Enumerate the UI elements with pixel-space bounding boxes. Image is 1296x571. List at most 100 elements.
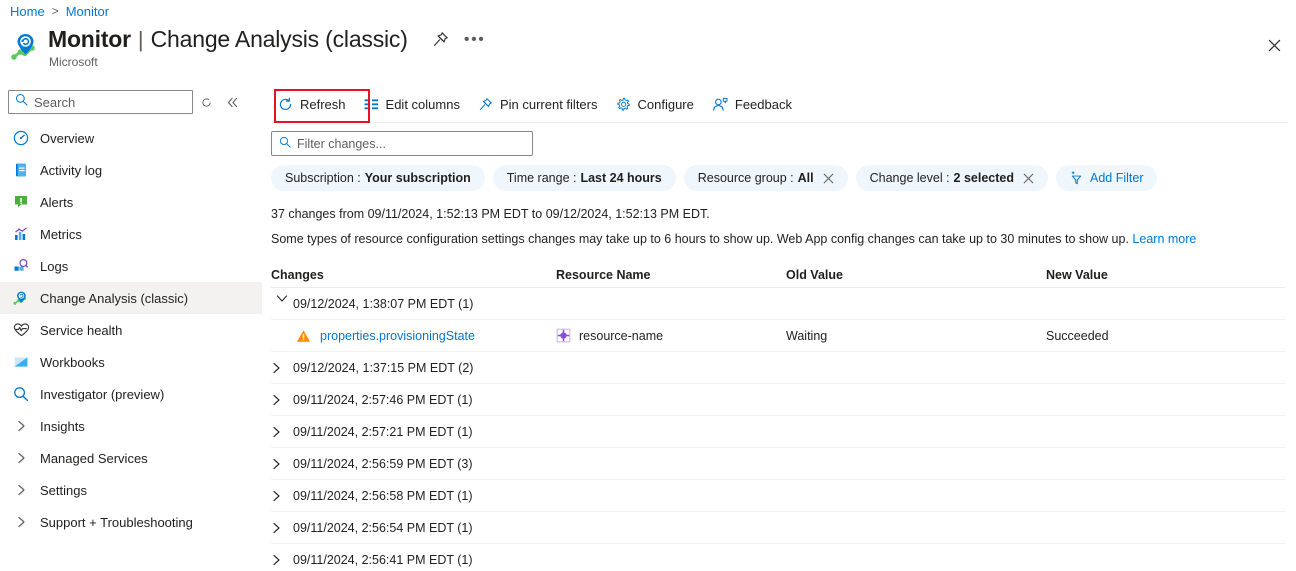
sidebar-item-label: Alerts [40, 194, 74, 210]
chevron-right-icon[interactable] [271, 362, 293, 374]
filter-pill-label: Resource group : [697, 171, 794, 185]
breadcrumb-separator: > [51, 4, 59, 18]
table-group-timestamp: 09/11/2024, 2:56:54 PM EDT (1) [293, 520, 473, 535]
chevron-right-icon [12, 420, 30, 432]
refresh-highlight-wrapper: Refresh [269, 89, 370, 123]
chevron-right-icon[interactable] [271, 490, 293, 502]
column-header-old-value[interactable]: Old Value [786, 268, 1046, 282]
table-cell-resource-name: resource-name [556, 328, 786, 343]
table-group-row[interactable]: 09/11/2024, 2:56:59 PM EDT (3) [271, 448, 1285, 480]
sidebar-item-insights[interactable]: Insights [0, 410, 262, 442]
chevron-right-icon[interactable] [271, 394, 293, 406]
table-row[interactable]: properties.provisioningState resource-na… [271, 320, 1285, 352]
column-header-resource-name[interactable]: Resource Name [556, 268, 786, 282]
close-icon[interactable] [823, 173, 834, 184]
refresh-label: Refresh [300, 96, 346, 112]
table-group-row[interactable]: 09/11/2024, 2:57:46 PM EDT (1) [271, 384, 1285, 416]
sidebar-item-workbooks[interactable]: Workbooks [0, 346, 262, 378]
close-icon[interactable] [1260, 31, 1288, 59]
sidebar-item-managed-services[interactable]: Managed Services [0, 442, 262, 474]
column-header-new-value[interactable]: New Value [1046, 268, 1285, 282]
filter-pill-time-range[interactable]: Time range : Last 24 hours [492, 165, 676, 191]
sidebar-item-overview[interactable]: Overview [0, 122, 262, 154]
filter-field-wrapper: Filter changes... [262, 123, 1296, 156]
edit-columns-button[interactable]: Edit columns [355, 90, 469, 118]
table-cell-new-value: Succeeded [1046, 328, 1109, 343]
feedback-label: Feedback [734, 96, 792, 112]
table-header-row: Changes Resource Name Old Value New Valu… [271, 262, 1285, 288]
sidebar-item-label: Support + Troubleshooting [40, 514, 193, 530]
refresh-button[interactable]: Refresh [269, 90, 355, 118]
info-block: 37 changes from 09/11/2024, 1:52:13 PM E… [262, 191, 1296, 249]
learn-more-link[interactable]: Learn more [1132, 232, 1196, 246]
chevron-down-icon[interactable] [276, 293, 288, 315]
page-title-row: Monitor | Change Analysis (classic) ••• … [10, 26, 486, 69]
sidebar-item-label: Insights [40, 418, 85, 434]
page-title-separator: | [137, 26, 144, 52]
breadcrumb-monitor[interactable]: Monitor [66, 4, 109, 19]
sidebar-item-label: Activity log [40, 162, 103, 178]
chevron-right-icon[interactable] [271, 522, 293, 534]
close-icon[interactable] [1023, 173, 1034, 184]
filter-changes-input[interactable]: Filter changes... [271, 131, 533, 156]
breadcrumb: Home > Monitor [10, 0, 109, 22]
change-property-link[interactable]: properties.provisioningState [320, 329, 475, 343]
filter-pill-subscription[interactable]: Subscription : Your subscription [271, 165, 485, 191]
sidebar-item-label: Metrics [40, 226, 82, 242]
sidebar-item-investigator[interactable]: Investigator (preview) [0, 378, 262, 410]
sidebar-item-label: Investigator (preview) [40, 386, 165, 402]
sidebar-item-change-analysis[interactable]: Change Analysis (classic) [0, 282, 262, 314]
breadcrumb-home[interactable]: Home [10, 4, 45, 19]
sidebar-item-activity-log[interactable]: Activity log [0, 154, 262, 186]
configure-button[interactable]: Configure [607, 90, 703, 118]
sidebar-item-label: Logs [40, 258, 69, 274]
refresh-small-icon[interactable] [193, 90, 219, 114]
search-placeholder: Search [34, 94, 76, 110]
configure-label: Configure [637, 96, 694, 112]
sidebar-item-logs[interactable]: Logs [0, 250, 262, 282]
refresh-icon [278, 97, 293, 112]
table-group-row[interactable]: 09/12/2024, 1:37:15 PM EDT (2) [271, 352, 1285, 384]
service-health-icon [12, 321, 30, 339]
double-chevron-left-icon[interactable] [219, 90, 245, 114]
chevron-right-icon[interactable] [271, 426, 293, 438]
chevron-right-icon[interactable] [271, 554, 293, 566]
column-header-changes[interactable]: Changes [271, 268, 556, 282]
add-filter-funnel-icon [1069, 170, 1084, 186]
table-group-row[interactable]: 09/12/2024, 1:38:07 PM EDT (1) [271, 288, 1285, 320]
edit-columns-label: Edit columns [385, 96, 460, 112]
sidebar-item-metrics[interactable]: Metrics [0, 218, 262, 250]
sidebar-item-label: Settings [40, 482, 87, 498]
pin-current-filters-button[interactable]: Pin current filters [469, 90, 607, 118]
table-group-row[interactable]: 09/11/2024, 2:57:21 PM EDT (1) [271, 416, 1285, 448]
sidebar-item-support-troubleshooting[interactable]: Support + Troubleshooting [0, 506, 262, 538]
filter-pill-change-level[interactable]: Change level : 2 selected [855, 165, 1049, 191]
sidebar-item-alerts[interactable]: Alerts [0, 186, 262, 218]
filter-pill-resource-group[interactable]: Resource group : All [683, 165, 848, 191]
filter-pill-label: Subscription : [285, 171, 361, 185]
table-group-row[interactable]: 09/11/2024, 2:56:58 PM EDT (1) [271, 480, 1285, 512]
sidebar-search-row: Search [0, 86, 262, 118]
filter-pill-value: All [797, 171, 814, 185]
table-cell-old-value: Waiting [786, 328, 828, 343]
sidebar-item-label: Managed Services [40, 450, 148, 466]
pin-icon[interactable] [430, 29, 452, 51]
page-title-main: Monitor [48, 26, 131, 52]
search-input[interactable]: Search [8, 90, 193, 114]
table-group-timestamp: 09/12/2024, 1:37:15 PM EDT (2) [293, 360, 474, 375]
table-group-row[interactable]: 09/11/2024, 2:56:41 PM EDT (1) [271, 544, 1285, 571]
table-cell-change: properties.provisioningState [271, 329, 556, 343]
sidebar-item-label: Change Analysis (classic) [40, 290, 189, 306]
table-group-row[interactable]: 09/11/2024, 2:56:54 PM EDT (1) [271, 512, 1285, 544]
main-content: Refresh Edit columns Pin current filters… [262, 86, 1296, 571]
changes-note-text: Some types of resource configuration set… [271, 232, 1129, 246]
sidebar-item-service-health[interactable]: Service health [0, 314, 262, 346]
sidebar-item-settings[interactable]: Settings [0, 474, 262, 506]
add-filter-button[interactable]: Add Filter [1056, 165, 1157, 191]
ellipsis-icon[interactable]: ••• [464, 29, 486, 51]
change-analysis-icon [12, 289, 30, 307]
sidebar-item-label: Service health [40, 322, 123, 338]
chevron-right-icon[interactable] [271, 458, 293, 470]
feedback-button[interactable]: Feedback [703, 90, 801, 118]
table-group-timestamp: 09/11/2024, 2:56:59 PM EDT (3) [293, 456, 473, 471]
